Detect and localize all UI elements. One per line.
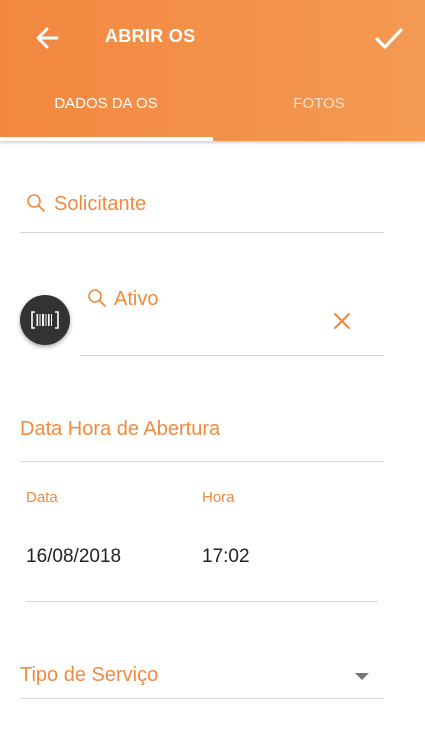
dropdown-arrow-icon[interactable] [354,672,370,682]
tab-label: DADOS DA OS [54,95,158,112]
page-title: ABRIR OS [105,26,196,46]
app-bar: ABRIR OS DADOS DA OS FOTOS [0,0,425,141]
tab-fotos[interactable]: FOTOS [213,95,425,141]
search-icon [27,194,45,212]
time-value[interactable]: 17:02 [202,546,250,568]
arrow-left-icon [36,27,59,49]
date-value[interactable]: 16/08/2018 [26,546,121,568]
barcode-icon [31,311,59,329]
date-time-underline [26,601,378,602]
field-underline [20,232,384,233]
tab-label: FOTOS [293,95,345,112]
search-icon [88,289,106,307]
time-label: Hora [202,489,235,506]
check-icon [375,28,403,49]
solicitante-field[interactable]: Solicitante [20,185,384,233]
tipo-servico-placeholder: Tipo de Serviço [20,664,159,686]
confirm-button[interactable] [371,20,407,56]
tipo-servico-select[interactable]: Tipo de Serviço [20,656,384,699]
field-underline [80,355,384,356]
close-icon [333,312,351,330]
back-button[interactable] [30,20,66,56]
solicitante-placeholder: Solicitante [54,193,147,215]
active-tab-indicator [0,137,213,141]
clear-ativo-button[interactable] [331,310,353,332]
ativo-placeholder: Ativo [114,288,159,310]
tab-dados-da-os[interactable]: DADOS DA OS [0,95,212,141]
field-underline [20,461,384,462]
data-hora-abertura-field: Data Hora de Abertura [20,410,384,462]
date-label: Data [26,489,58,506]
barcode-scan-button[interactable] [20,295,70,345]
field-underline [20,698,384,699]
data-hora-label: Data Hora de Abertura [20,418,221,440]
